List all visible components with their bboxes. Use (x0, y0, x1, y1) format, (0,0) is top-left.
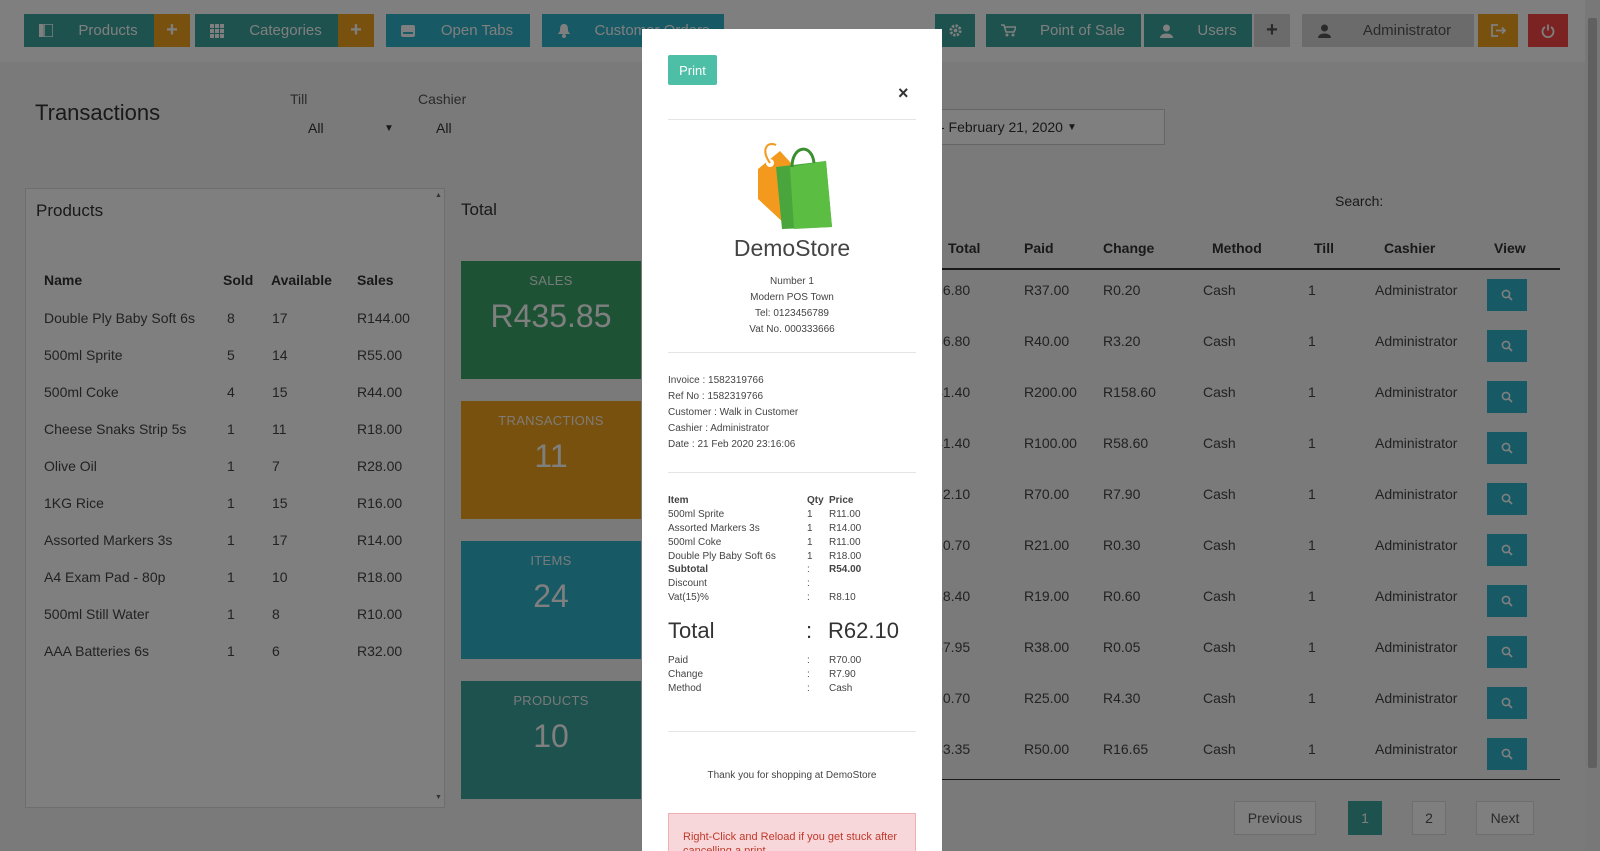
divider (668, 119, 916, 120)
receipt-thank-you: Thank you for shopping at DemoStore (707, 770, 877, 781)
receipt-vat-label: Vat(15)% (668, 592, 709, 603)
receipt-col-price: Price (829, 495, 854, 506)
receipt-item-price: R18.00 (829, 551, 862, 562)
receipt-item-price: R11.00 (829, 509, 861, 520)
receipt-cashier: Cashier : Administrator (668, 423, 770, 434)
receipt-paid-value: R70.00 (829, 655, 862, 666)
divider (668, 352, 916, 353)
receipt-col-item: Item (668, 495, 689, 506)
receipt-discount-label: Discount (668, 578, 707, 589)
receipt-item-name: Double Ply Baby Soft 6s (668, 551, 776, 562)
receipt-item-price: R11.00 (829, 537, 861, 548)
receipt-item-name: 500ml Coke (668, 537, 722, 548)
receipt-method-value: Cash (829, 683, 853, 694)
store-address-line-1: Number 1 (770, 276, 814, 287)
receipt-invoice: Invoice : 1582319766 (668, 375, 764, 386)
receipt-item-qty: 1 (807, 509, 813, 520)
receipt-colon: : (806, 618, 813, 643)
receipt-item-qty: 1 (807, 551, 813, 562)
receipt-colon: : (807, 578, 810, 589)
store-name: DemoStore (733, 235, 851, 261)
divider (668, 472, 916, 473)
receipt-subtotal-value: R54.00 (829, 564, 862, 575)
receipt-item-qty: 1 (807, 537, 813, 548)
store-address-line-2: Modern POS Town (750, 292, 834, 303)
receipt-vat-value: R8.10 (829, 592, 856, 603)
receipt-ref-no: Ref No : 1582319766 (668, 391, 764, 402)
receipt-item-qty: 1 (807, 523, 813, 534)
receipt-total-value: R62.10 (828, 618, 899, 643)
receipt-item-name: 500ml Sprite (668, 509, 725, 520)
receipt-colon: : (807, 564, 810, 575)
receipt-method-label: Method (668, 683, 702, 694)
receipt-total-label: Total (668, 618, 715, 643)
receipt-colon: : (807, 592, 810, 603)
receipt-subtotal-label: Subtotal (668, 564, 708, 575)
divider (668, 731, 916, 732)
close-icon[interactable]: × (898, 83, 909, 104)
receipt-colon: : (807, 669, 810, 680)
receipt-col-qty: Qty (807, 495, 824, 506)
print-warning-alert: Right-Click and Reload if you get stuck … (668, 813, 916, 851)
receipt-change-value: R7.90 (829, 669, 856, 680)
receipt-item-price: R14.00 (829, 523, 862, 534)
receipt-modal: Print × DemoStore Number 1 Modern POS To… (642, 29, 942, 851)
receipt-customer: Customer : Walk in Customer (668, 407, 799, 418)
receipt-date: Date : 21 Feb 2020 23:16:06 (668, 439, 796, 450)
receipt-colon: : (807, 683, 810, 694)
demostore-logo (750, 139, 834, 231)
store-telephone: Tel: 0123456789 (755, 308, 829, 319)
receipt-change-label: Change (668, 669, 704, 680)
receipt-item-name: Assorted Markers 3s (668, 523, 760, 534)
receipt-paid-label: Paid (668, 655, 689, 666)
receipt-colon: : (807, 655, 810, 666)
store-vat-number: Vat No. 000333666 (749, 324, 835, 335)
print-button[interactable]: Print (668, 55, 717, 85)
